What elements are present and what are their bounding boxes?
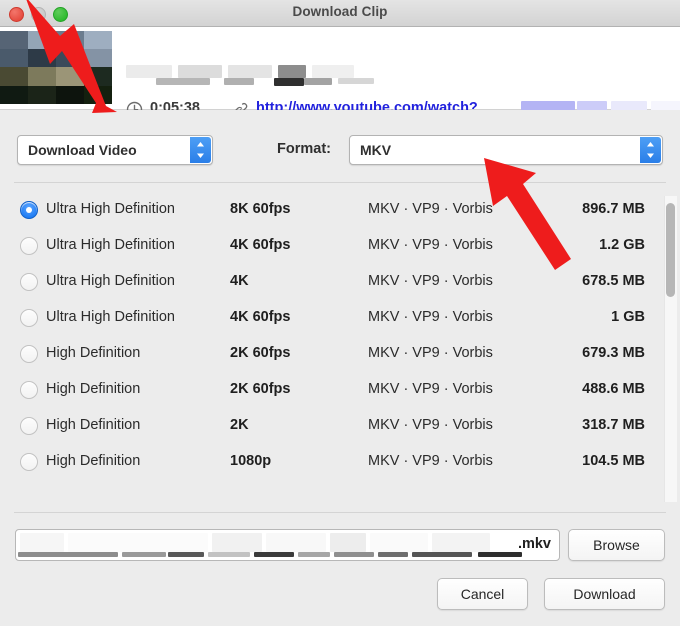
quality-label: Ultra High Definition (46, 201, 175, 217)
thumbnail-pixels (0, 31, 112, 104)
filesize-label: 1 GB (470, 309, 645, 325)
filesize-label: 104.5 MB (470, 453, 645, 469)
filename-extension: .mkv (518, 536, 551, 552)
quality-radio-button[interactable] (20, 453, 38, 471)
resolution-label: 4K 60fps (230, 309, 290, 325)
resolution-label: 2K 60fps (230, 381, 290, 397)
quality-label: Ultra High Definition (46, 309, 175, 325)
quality-label: Ultra High Definition (46, 237, 175, 253)
browse-button[interactable]: Browse (568, 529, 665, 561)
format-popup[interactable]: MKV (349, 135, 663, 165)
format-value: MKV (360, 142, 391, 158)
filesize-label: 318.7 MB (470, 417, 645, 433)
quality-option-row[interactable]: High Definition2KMKV · VP9 · Vorbis318.7… (0, 408, 680, 444)
filesize-label: 896.7 MB (470, 201, 645, 217)
format-label: Format: (277, 141, 331, 157)
download-type-value: Download Video (28, 142, 137, 158)
resolution-label: 4K (230, 273, 249, 289)
quality-radio-button[interactable] (20, 237, 38, 255)
controls-divider (14, 182, 666, 183)
quality-label: Ultra High Definition (46, 273, 175, 289)
quality-label: High Definition (46, 345, 140, 361)
quality-option-row[interactable]: High Definition2K 60fpsMKV · VP9 · Vorbi… (0, 372, 680, 408)
download-clip-window: Download Clip (0, 0, 680, 626)
resolution-label: 2K (230, 417, 249, 433)
quality-label: High Definition (46, 381, 140, 397)
list-scrollbar-thumb[interactable] (666, 203, 675, 297)
quality-option-row[interactable]: High Definition2K 60fpsMKV · VP9 · Vorbi… (0, 336, 680, 372)
window-titlebar: Download Clip (0, 0, 680, 27)
download-button[interactable]: Download (544, 578, 665, 610)
clip-info-header: 0:05:38 http://www.youtube.com/watch? (0, 27, 680, 110)
filename-input[interactable]: .mkv (15, 529, 560, 561)
filesize-label: 678.5 MB (470, 273, 645, 289)
clip-title-redacted (126, 65, 426, 86)
filesize-label: 1.2 GB (470, 237, 645, 253)
video-thumbnail (0, 31, 112, 104)
window-title: Download Clip (0, 4, 680, 19)
cancel-button[interactable]: Cancel (437, 578, 528, 610)
download-controls: Download Video Format: MKV (0, 110, 680, 184)
list-divider (14, 512, 666, 513)
quality-radio-button[interactable] (20, 417, 38, 435)
quality-option-row[interactable]: High Definition1080pMKV · VP9 · Vorbis10… (0, 444, 680, 480)
resolution-label: 1080p (230, 453, 271, 469)
quality-option-row[interactable]: Ultra High Definition4K 60fpsMKV · VP9 ·… (0, 228, 680, 264)
resolution-label: 4K 60fps (230, 237, 290, 253)
quality-options-list[interactable]: Ultra High Definition8K 60fpsMKV · VP9 ·… (0, 192, 680, 506)
quality-label: High Definition (46, 453, 140, 469)
quality-option-row[interactable]: Ultra High Definition4K 60fpsMKV · VP9 ·… (0, 300, 680, 336)
download-type-popup[interactable]: Download Video (17, 135, 213, 165)
filesize-label: 679.3 MB (470, 345, 645, 361)
quality-radio-button[interactable] (20, 201, 38, 219)
chevron-updown-icon[interactable] (640, 137, 661, 163)
resolution-label: 8K 60fps (230, 201, 290, 217)
resolution-label: 2K 60fps (230, 345, 290, 361)
quality-label: High Definition (46, 417, 140, 433)
quality-radio-button[interactable] (20, 273, 38, 291)
quality-option-row[interactable]: Ultra High Definition8K 60fpsMKV · VP9 ·… (0, 192, 680, 228)
quality-radio-button[interactable] (20, 381, 38, 399)
quality-radio-button[interactable] (20, 345, 38, 363)
quality-radio-button[interactable] (20, 309, 38, 327)
chevron-updown-icon[interactable] (190, 137, 211, 163)
quality-option-row[interactable]: Ultra High Definition4KMKV · VP9 · Vorbi… (0, 264, 680, 300)
filesize-label: 488.6 MB (470, 381, 645, 397)
